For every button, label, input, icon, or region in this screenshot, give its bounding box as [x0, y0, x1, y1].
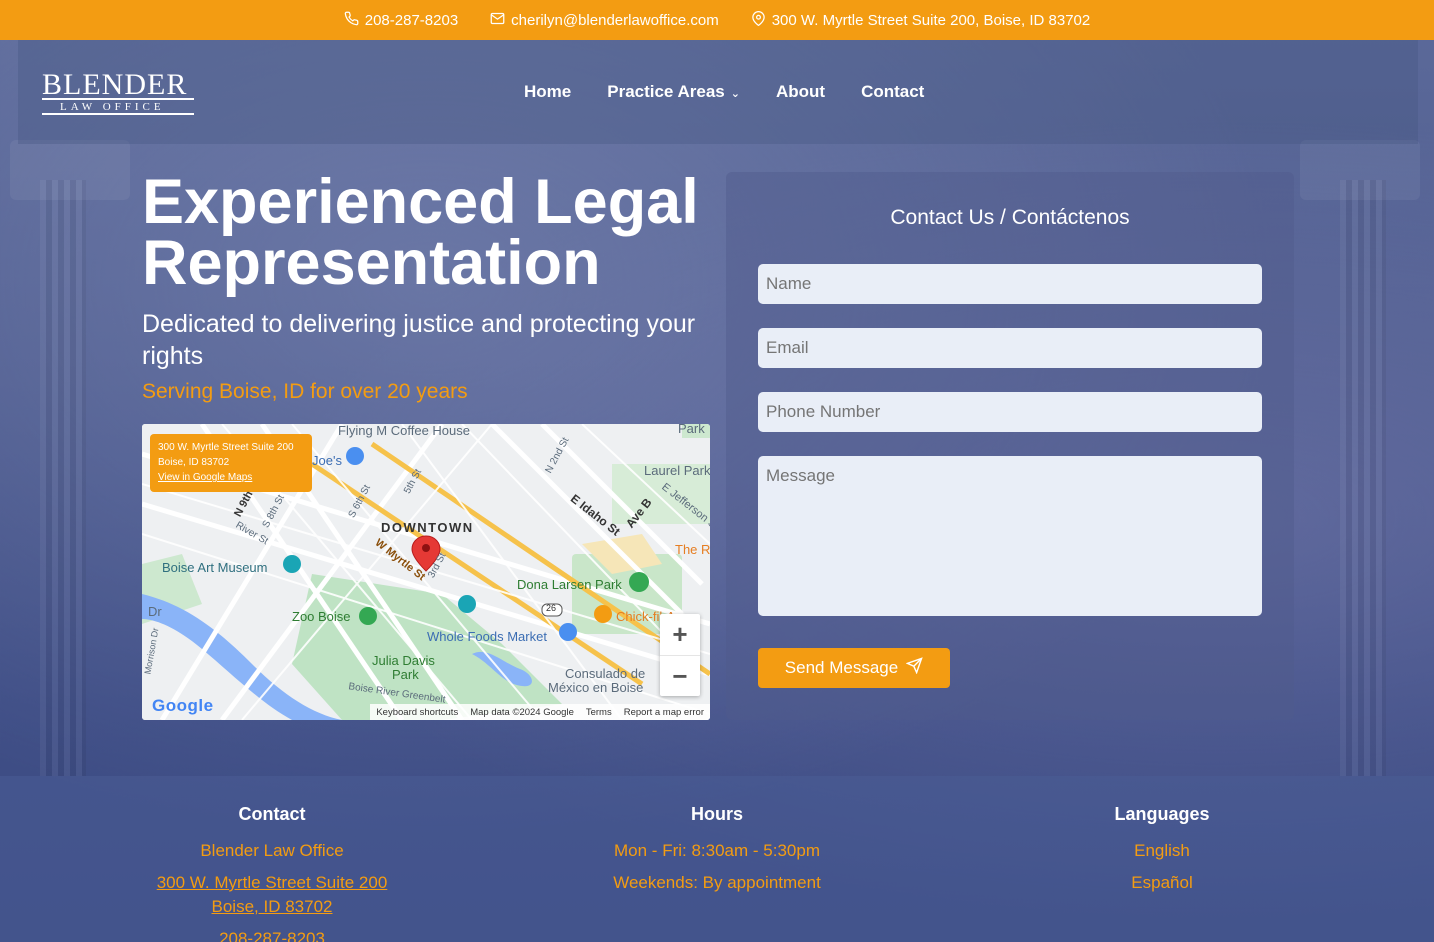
chevron-down-icon: ⌄	[730, 87, 740, 100]
site-logo[interactable]: BLENDER LAW OFFICE	[42, 70, 194, 118]
nav-about-label: About	[775, 82, 826, 101]
map-card-line1: 300 W. Myrtle Street Suite 200	[158, 442, 294, 453]
contact-form: Contact Us / Contáctenos Send Message	[726, 172, 1294, 720]
map-label-route: 26	[546, 603, 557, 613]
contact-form-title: Contact Us / Contáctenos	[890, 206, 1130, 229]
hero-title-line1: Experienced Legal	[142, 167, 699, 237]
hero-title: Experienced Legal Representation	[142, 167, 712, 298]
phone-field[interactable]	[758, 392, 1262, 432]
send-icon	[905, 657, 923, 679]
map-keyboard-shortcuts[interactable]: Keyboard shortcuts	[376, 707, 458, 718]
hero-subtitle: Dedicated to delivering justice and prot…	[142, 310, 696, 370]
view-in-google-maps-link[interactable]: View in Google Maps	[158, 470, 304, 485]
google-map[interactable]: 300 W. Myrtle Street Suite 200 Boise, ID…	[142, 424, 710, 720]
map-label-julia-davis: Julia Davis	[372, 653, 435, 668]
map-zoom-controls: + −	[660, 614, 700, 696]
map-label-dr: Dr	[148, 604, 162, 619]
footer-languages-heading: Languages	[1114, 804, 1210, 824]
map-label-whole-foods: Whole Foods Market	[427, 629, 547, 644]
footer-languages-column: Languages English Español	[962, 804, 1362, 903]
message-field[interactable]	[758, 456, 1262, 616]
footer-contact-column: Contact Blender Law Office 300 W. Myrtle…	[72, 804, 472, 942]
map-pin-icon	[751, 10, 766, 30]
footer-firm-name: Blender Law Office	[200, 841, 344, 860]
map-report-error-link[interactable]: Report a map error	[624, 707, 704, 718]
logo-line1: BLENDER	[42, 68, 188, 101]
map-label-dona-larsen: Dona Larsen Park	[517, 577, 622, 592]
mail-icon	[490, 11, 505, 30]
footer-hours-weekends: Weekends: By appointment	[613, 873, 821, 892]
map-label-joes: Joe's	[312, 453, 342, 468]
map-label-the-r: The R	[675, 542, 710, 557]
site-header: BLENDER LAW OFFICE Home Practice Areas ⌄ …	[18, 40, 1418, 144]
send-message-label: Send Message	[784, 658, 899, 677]
map-label-zoo: Zoo Boise	[292, 609, 351, 624]
nav-practice-areas[interactable]: Practice Areas ⌄	[607, 82, 740, 102]
hero-serving-text: Serving Boise, ID for over 20 years	[142, 380, 468, 403]
google-logo: Google	[152, 696, 214, 715]
zoom-out-button[interactable]: −	[660, 655, 700, 696]
topbar-email-link[interactable]: cherilyn@blenderlawoffice.com	[490, 11, 719, 30]
send-message-button[interactable]: Send Message	[758, 648, 950, 688]
zoom-in-button[interactable]: +	[660, 614, 700, 655]
map-card-line2: Boise, ID 83702	[158, 457, 230, 468]
map-terms-link[interactable]: Terms	[586, 707, 612, 718]
topbar-email: cherilyn@blenderlawoffice.com	[511, 11, 719, 29]
phone-icon	[344, 11, 359, 30]
map-label-museum: Boise Art Museum	[162, 560, 268, 575]
map-label-consulado: Consulado de	[565, 666, 646, 681]
footer-hours-heading: Hours	[690, 804, 743, 824]
nav-practice-areas-label: Practice Areas	[607, 82, 725, 101]
map-label-julia-park: Park	[392, 667, 419, 682]
topbar-address: 300 W. Myrtle Street Suite 200, Boise, I…	[771, 11, 1091, 29]
name-field[interactable]	[758, 264, 1262, 304]
footer-address-link[interactable]: 300 W. Myrtle Street Suite 200 Boise, ID…	[72, 871, 472, 919]
map-attribution-bar: Keyboard shortcuts Map data ©2024 Google…	[370, 704, 710, 720]
footer-language-english: English	[1134, 841, 1190, 860]
map-label-laurel-park: Laurel Park	[644, 463, 710, 478]
map-label-coffee: Flying M Coffee House	[338, 424, 470, 438]
map-label-consulado2: México en Boise	[548, 680, 644, 695]
topbar-address-link[interactable]: 300 W. Myrtle Street Suite 200, Boise, I…	[751, 10, 1091, 30]
footer-address-line1: 300 W. Myrtle Street Suite 200	[156, 873, 388, 892]
hero-title-line2: Representation	[142, 228, 601, 298]
topbar-phone: 208-287-8203	[364, 11, 459, 29]
footer-hours-column: Hours Mon - Fri: 8:30am - 5:30pm Weekend…	[517, 804, 917, 903]
footer-hours-weekdays: Mon - Fri: 8:30am - 5:30pm	[614, 841, 820, 860]
nav-about[interactable]: About	[776, 82, 825, 102]
site-footer: Contact Blender Law Office 300 W. Myrtle…	[0, 776, 1434, 942]
map-info-card: 300 W. Myrtle Street Suite 200 Boise, ID…	[150, 434, 312, 492]
footer-address-line2: Boise, ID 83702	[211, 897, 333, 916]
email-field[interactable]	[758, 328, 1262, 368]
footer-phone-link[interactable]: 208-287-8203	[72, 927, 472, 942]
footer-contact-heading: Contact	[238, 804, 306, 824]
nav-contact-label: Contact	[861, 82, 925, 101]
footer-language-spanish: Español	[1131, 873, 1193, 892]
map-data-credit: Map data ©2024 Google	[470, 706, 574, 718]
nav-home[interactable]: Home	[524, 82, 571, 102]
topbar-phone-link[interactable]: 208-287-8203	[344, 11, 458, 30]
map-label-downtown: DOWNTOWN	[381, 520, 474, 535]
nav-contact[interactable]: Contact	[861, 82, 924, 102]
map-label-park: Park	[678, 424, 705, 436]
nav-home-label: Home	[524, 82, 572, 101]
top-contact-bar: 208-287-8203 cherilyn@blenderlawoffice.c…	[0, 0, 1434, 40]
main-nav: Home Practice Areas ⌄ About Contact	[524, 40, 924, 144]
